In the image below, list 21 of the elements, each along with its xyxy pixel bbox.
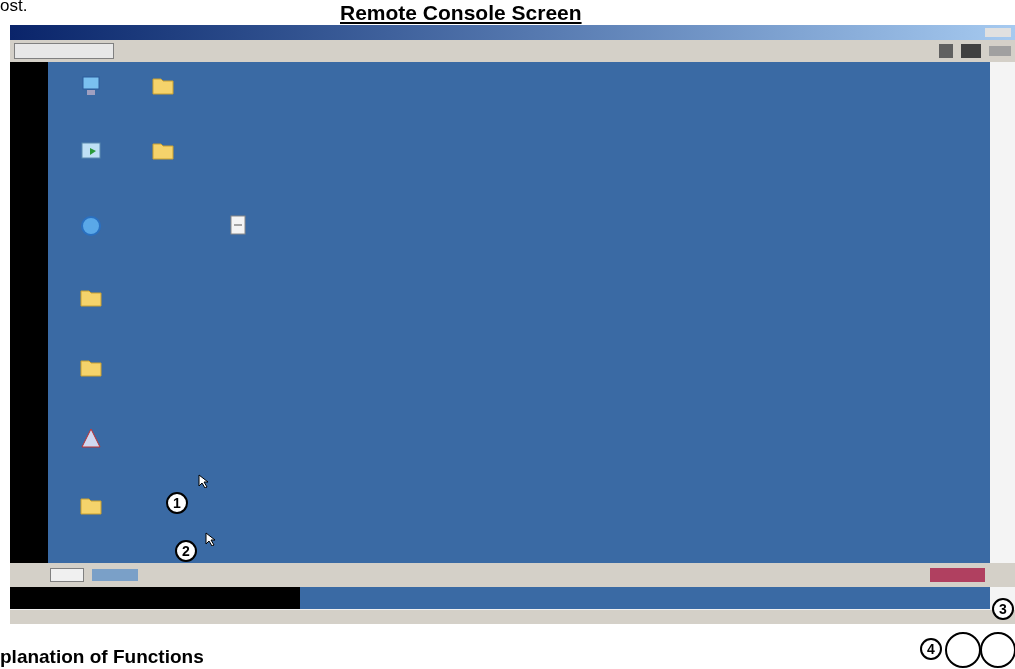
notepad-icon[interactable] — [230, 215, 246, 235]
page-text: ost. — [0, 0, 28, 14]
computer-icon[interactable] — [80, 75, 102, 97]
vertical-scrollbar[interactable] — [990, 62, 1015, 563]
callout-number: 4 — [920, 638, 942, 660]
section-title: Remote Console Screen — [340, 2, 582, 24]
globe-icon[interactable] — [80, 215, 102, 237]
program-icon[interactable] — [80, 428, 102, 448]
folder-icon[interactable] — [152, 75, 174, 95]
toolbar-button[interactable] — [14, 43, 114, 59]
folder-icon[interactable] — [80, 495, 102, 515]
cursor-icon — [205, 532, 215, 546]
folder-icon[interactable] — [152, 140, 174, 160]
cursor-icon — [198, 474, 208, 488]
callout-ring — [980, 632, 1015, 668]
start-button[interactable] — [50, 568, 84, 582]
callout-ring — [945, 632, 981, 668]
folder-icon[interactable] — [80, 357, 102, 377]
network-folder-icon[interactable] — [80, 140, 102, 162]
folder-icon[interactable] — [80, 287, 102, 307]
section-heading: planation of Functions — [0, 647, 204, 667]
